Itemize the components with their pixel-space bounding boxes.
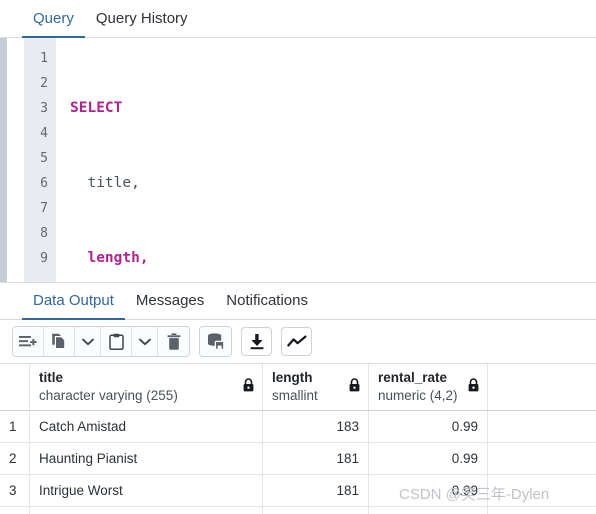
code-line-3: length, (70, 246, 596, 271)
row-index (0, 507, 30, 514)
table-row-partial[interactable] (0, 507, 596, 514)
sql-identifier-title: title, (87, 175, 140, 191)
sql-editor[interactable]: 1 2 3 4 5 6 7 8 9 SELECT title, length, … (0, 38, 596, 283)
column-type: character varying (255) (39, 387, 178, 403)
code-line-1: SELECT (70, 96, 596, 121)
save-data-changes-icon (206, 333, 225, 350)
chevron-down-icon (81, 338, 94, 346)
line-number: 7 (40, 201, 48, 216)
tab-query[interactable]: Query (22, 11, 85, 38)
cell-rental-rate[interactable]: 0.99 (369, 411, 488, 442)
paste-options-button[interactable] (132, 327, 158, 356)
cell-length[interactable] (263, 507, 369, 514)
line-number: 3 (40, 101, 48, 116)
table-row[interactable]: 2 Haunting Pianist 181 0.99 (0, 443, 596, 475)
add-row-icon (19, 334, 37, 350)
download-csv-button[interactable] (241, 327, 272, 356)
column-name: rental_rate (378, 370, 448, 385)
cell-title[interactable] (30, 507, 263, 514)
lock-icon (468, 378, 479, 397)
cell-rental-rate[interactable]: 0.99 (369, 475, 488, 506)
cell-length[interactable]: 183 (263, 411, 369, 442)
sql-identifier-length: length, (87, 250, 149, 266)
line-number: 8 (40, 226, 48, 241)
row-index: 3 (0, 475, 30, 506)
line-number: 4 (40, 126, 48, 141)
line-number: 6 (40, 176, 48, 191)
cell-length[interactable]: 181 (263, 443, 369, 474)
result-tabstrip: Data Output Messages Notifications (0, 283, 596, 320)
tab-messages[interactable]: Messages (125, 293, 215, 320)
copy-button[interactable] (44, 327, 75, 356)
editor-scroll-gap (7, 38, 24, 282)
sql-keyword-select: SELECT (70, 100, 123, 116)
line-number: 5 (40, 151, 48, 166)
tab-data-output[interactable]: Data Output (22, 293, 125, 320)
column-type: smallint (272, 387, 318, 403)
edit-button-group (12, 326, 190, 357)
lock-icon (349, 378, 360, 397)
tab-notifications[interactable]: Notifications (215, 293, 319, 320)
save-button-group (199, 326, 232, 357)
cell-title[interactable]: Intrigue Worst (30, 475, 263, 506)
result-grid[interactable]: title character varying (255) length sma… (0, 364, 596, 514)
column-header-rental-rate[interactable]: rental_rate numeric (4,2) (369, 364, 488, 410)
paste-icon (108, 333, 124, 350)
cell-rental-rate[interactable]: 0.99 (369, 443, 488, 474)
cell-title[interactable]: Catch Amistad (30, 411, 263, 442)
download-icon (249, 333, 265, 350)
code-line-2: title, (70, 171, 596, 196)
lock-icon (243, 378, 254, 397)
save-data-changes-button[interactable] (200, 327, 231, 356)
code-area[interactable]: 1 2 3 4 5 6 7 8 9 SELECT title, length, … (24, 38, 596, 282)
line-number: 2 (40, 76, 48, 91)
table-row[interactable]: 3 Intrigue Worst 181 0.99 (0, 475, 596, 507)
copy-options-button[interactable] (75, 327, 101, 356)
graph-visualiser-button[interactable] (281, 327, 312, 356)
tab-query-history[interactable]: Query History (85, 11, 199, 38)
cell-rental-rate[interactable] (369, 507, 488, 514)
add-row-button[interactable] (13, 327, 44, 356)
line-number: 9 (40, 251, 48, 266)
cell-length[interactable]: 181 (263, 475, 369, 506)
data-output-toolbar (0, 320, 596, 364)
trash-icon (167, 333, 181, 350)
table-row[interactable]: 1 Catch Amistad 183 0.99 (0, 411, 596, 443)
column-name: length (272, 370, 313, 385)
paste-button[interactable] (101, 327, 132, 356)
grid-header-row: title character varying (255) length sma… (0, 364, 596, 411)
column-name: title (39, 370, 64, 385)
graph-visualiser-icon (286, 335, 307, 349)
row-index: 1 (0, 411, 30, 442)
query-tabstrip: Query Query History (0, 0, 596, 38)
pgadmin-query-tool: Query Query History 1 2 3 4 5 6 7 8 9 SE… (0, 0, 596, 514)
sql-code[interactable]: SELECT title, length, rental_rate FROM f… (56, 38, 596, 282)
column-header-title[interactable]: title character varying (255) (30, 364, 263, 410)
cell-title[interactable]: Haunting Pianist (30, 443, 263, 474)
delete-row-button[interactable] (158, 327, 189, 356)
chevron-down-icon (138, 338, 151, 346)
grid-corner-cell (0, 364, 30, 410)
line-number: 1 (40, 51, 48, 66)
editor-vertical-scrollbar[interactable] (0, 38, 7, 282)
copy-icon (51, 333, 67, 350)
line-number-gutter: 1 2 3 4 5 6 7 8 9 (24, 38, 56, 282)
column-type: numeric (4,2) (378, 387, 458, 403)
column-header-length[interactable]: length smallint (263, 364, 369, 410)
row-index: 2 (0, 443, 30, 474)
